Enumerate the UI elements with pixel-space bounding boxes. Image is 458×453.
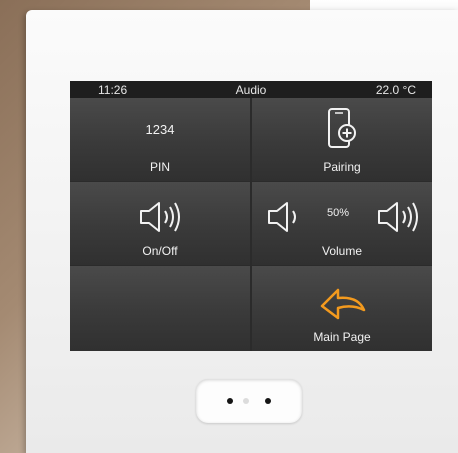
status-bar: 11:26 Audio 22.0 °C <box>70 81 432 98</box>
tile-grid: 1234 PIN Pairing On/Off 50% Volume Main … <box>70 98 432 351</box>
speaker-low-icon[interactable] <box>266 200 302 234</box>
speaker-high-icon[interactable] <box>376 200 422 234</box>
temperature-readout: 22.0 °C <box>375 83 416 97</box>
pin-tile[interactable]: 1234 PIN <box>70 98 250 181</box>
speaker-icon <box>140 202 180 232</box>
onoff-label: On/Off <box>142 244 178 258</box>
pin-value: 1234 <box>145 122 175 137</box>
onoff-tile[interactable]: On/Off <box>70 182 250 265</box>
main-page-label: Main Page <box>313 330 371 344</box>
button-dot <box>265 398 271 404</box>
volume-percent: 50% <box>327 207 350 219</box>
empty-tile <box>70 266 250 351</box>
main-page-tile[interactable]: Main Page <box>252 266 432 351</box>
volume-label: Volume <box>321 244 363 258</box>
touch-screen: 11:26 Audio 22.0 °C 1234 PIN Pairing On/… <box>70 81 432 351</box>
volume-tile: 50% Volume <box>252 182 432 265</box>
pairing-tile[interactable]: Pairing <box>252 98 432 181</box>
button-dot <box>227 398 233 404</box>
pin-label: PIN <box>149 160 170 174</box>
back-arrow-icon <box>320 288 366 320</box>
button-dot <box>243 398 249 404</box>
phone-add-icon <box>328 108 356 148</box>
pairing-label: Pairing <box>323 160 361 174</box>
home-button[interactable] <box>196 379 302 423</box>
